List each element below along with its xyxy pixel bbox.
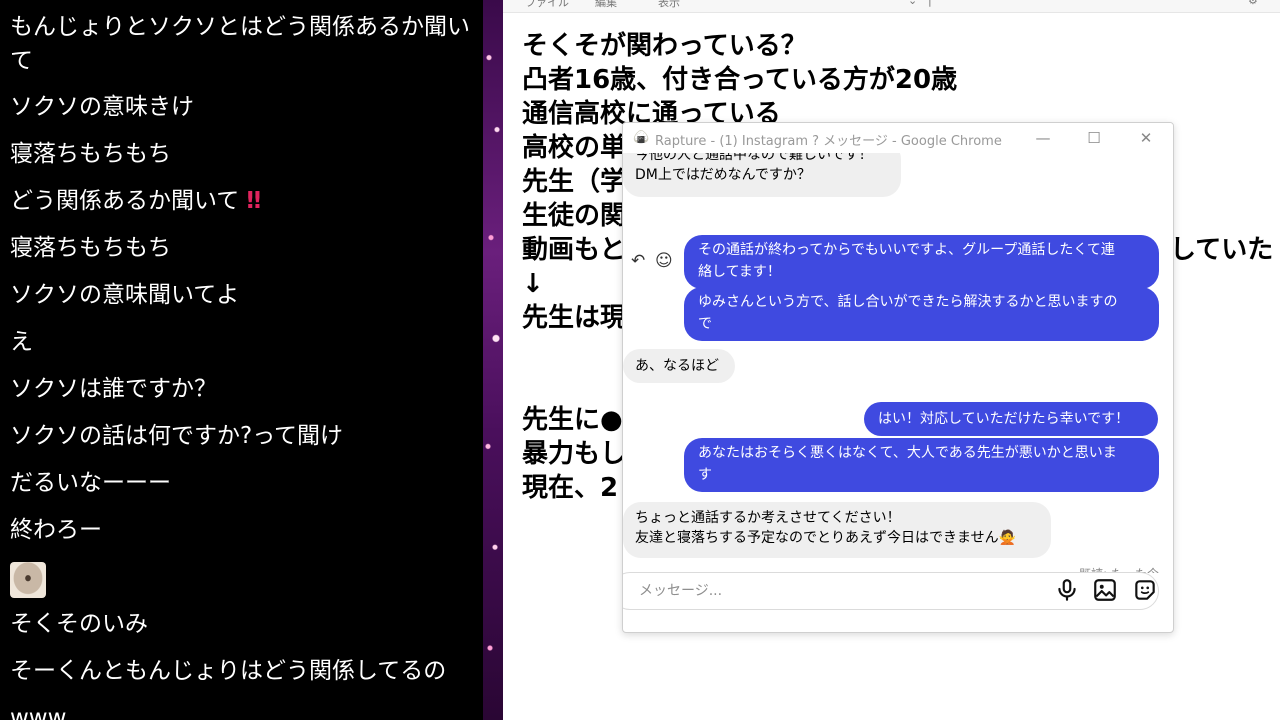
incoming-message[interactable]: ちょっと通話するか考えさせてください！ 友達と寝落ちする予定なのでとりあえず今日… — [623, 502, 1051, 558]
menu-file[interactable]: ファイル — [525, 0, 569, 10]
sticker-icon[interactable] — [1132, 577, 1158, 603]
chat-message: ソクソは誰ですか？ — [10, 376, 217, 402]
chat-message: ソクソの意味聞いてよ — [10, 282, 240, 308]
message-text: す — [698, 467, 712, 483]
double-exclamation-icon: ‼ — [246, 188, 262, 214]
note-text[interactable]: 先生は現 — [522, 301, 626, 335]
outgoing-message[interactable]: はい！対応していただけたら幸いです！ — [864, 402, 1158, 436]
menubar-control-icon[interactable]: | — [928, 0, 932, 7]
chat-message: そーくんともんじょりはどう関係してるの — [10, 658, 447, 684]
background-sparkles — [483, 0, 503, 720]
chat-message: 寝落ちもちもち — [10, 235, 171, 261]
note-text[interactable]: ↓ — [522, 267, 544, 301]
window-title: Rapture - (1) Instagram ? メッセージ - Google… — [655, 134, 1002, 149]
message-text: あ、なるほど — [635, 358, 719, 374]
minimize-button[interactable]: — — [1023, 125, 1063, 151]
note-text[interactable]: 先生（学 — [522, 165, 626, 199]
message-input[interactable] — [637, 580, 941, 602]
incoming-message[interactable]: 今他の人と通話中なので難しいです！ DM上ではだめなんですか？ — [623, 153, 901, 197]
message-text: DM上ではだめなんですか？ — [635, 167, 811, 183]
note-text[interactable]: 高校の単 — [522, 131, 626, 165]
note-text[interactable]: 動画もと — [522, 233, 625, 267]
note-text[interactable]: 生徒の関 — [522, 199, 626, 233]
chat-message: 終わろー — [10, 517, 102, 543]
onigiri-icon: 🍙 — [633, 130, 650, 145]
message-text: はい！対応していただけたら幸いです！ — [878, 411, 1130, 427]
note-text[interactable]: 現在、2 — [522, 471, 618, 505]
note-text[interactable]: そくそが関わっている？ — [522, 29, 807, 63]
smiley-icon[interactable]: ☺ — [655, 251, 673, 271]
message-text: で — [698, 316, 712, 332]
chat-message: 寝落ちもちもち — [10, 141, 171, 167]
note-text[interactable]: 暴力もし — [522, 437, 626, 471]
incoming-message[interactable]: あ、なるほど — [623, 349, 735, 383]
chat-message: ソクソの話は何ですか?って聞け — [10, 423, 344, 449]
outgoing-message[interactable]: ゆみさんという方で、話し合いができたら解決するかと思いますの で — [684, 287, 1159, 341]
menu-edit[interactable]: 編集 — [595, 0, 617, 10]
menu-bar: ファイル 編集 表示 ⌄ | ⚙ — [503, 0, 1280, 13]
window-titlebar[interactable]: 🍙 Rapture - (1) Instagram ? メッセージ - Goog… — [623, 123, 1173, 153]
message-composer — [623, 572, 1161, 610]
emote-icon — [10, 562, 46, 598]
chat-message: そくそのいみ — [10, 611, 148, 637]
note-text[interactable]: 先生に● — [522, 403, 623, 437]
chat-message: え — [10, 329, 33, 355]
stream-chat-panel: もんじょりとソクソとはどう関係あるか聞いて ソクソの意味きけ 寝落ちもちもち ど… — [0, 0, 483, 720]
outgoing-message[interactable]: その通話が終わってからでもいいですよ、グループ通話したくて連 絡してます！ — [684, 235, 1159, 289]
chat-message: www — [10, 705, 67, 720]
message-text: 絡してます！ — [698, 264, 781, 280]
chat-message: どう関係あるか聞いて ‼ — [10, 184, 480, 218]
chat-message-text: どう関係あるか聞いて — [10, 188, 240, 214]
microphone-icon[interactable] — [1054, 577, 1080, 603]
chat-message: もんじょりとソクソとはどう関係あるか聞いて — [10, 14, 470, 74]
message-text: ちょっと通話するか考えさせてください！ — [635, 510, 901, 526]
chat-message: ソクソの意味きけ — [10, 94, 194, 120]
maximize-button[interactable]: ☐ — [1074, 125, 1114, 151]
message-text: 友達と寝落ちする予定なのでとりあえず今日はできません🙅 — [635, 530, 1017, 546]
reply-icon[interactable]: ↶ — [631, 251, 645, 271]
note-text[interactable]: 凸者16歳、付き合っている方が20歳 — [522, 63, 957, 97]
message-text: ゆみさんという方で、話し合いができたら解決するかと思いますの — [698, 294, 1118, 310]
menu-view[interactable]: 表示 — [658, 0, 680, 10]
message-text: その通話が終わってからでもいいですよ、グループ通話したくて連 — [698, 242, 1115, 258]
message-text: 今他の人と通話中なので難しいです！ — [635, 153, 873, 163]
message-thread[interactable]: 今他の人と通話中なので難しいです！ DM上ではだめなんですか？ ↶ ☺ その通話… — [623, 153, 1173, 573]
chat-message: だるいなーーー — [10, 470, 171, 496]
outgoing-message[interactable]: あなたはおそらく悪くはなくて、大人である先生が悪いかと思いま す — [684, 438, 1159, 492]
settings-icon[interactable]: ⚙ — [1248, 0, 1258, 7]
message-text: あなたはおそらく悪くはなくて、大人である先生が悪いかと思いま — [698, 445, 1117, 461]
chrome-popup-window: 🍙 Rapture - (1) Instagram ? メッセージ - Goog… — [622, 122, 1174, 633]
close-button[interactable]: ✕ — [1126, 125, 1166, 151]
note-text[interactable]: していた — [1170, 233, 1273, 267]
image-icon[interactable] — [1092, 577, 1118, 603]
menubar-control-icon[interactable]: ⌄ — [908, 0, 917, 7]
